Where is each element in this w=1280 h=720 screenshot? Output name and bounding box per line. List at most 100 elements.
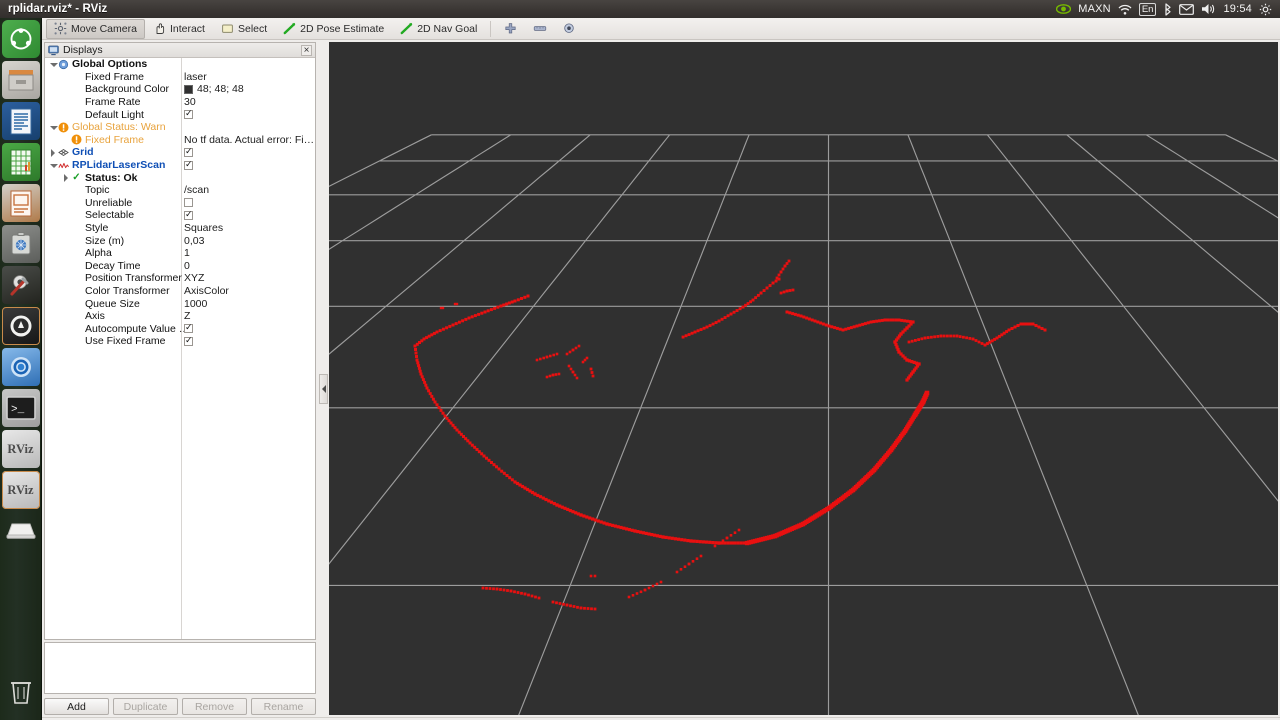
tool-2d-pose-estimate[interactable]: 2D Pose Estimate [275,19,392,39]
display-property-value[interactable]: Z [184,310,190,322]
libreoffice-calc-icon[interactable] [2,143,40,181]
scan-point [583,607,586,610]
display-property-value[interactable] [184,161,193,170]
libreoffice-impress-icon[interactable] [2,184,40,222]
close-icon[interactable]: × [301,45,312,56]
color-swatch[interactable] [184,85,193,94]
files-icon[interactable] [2,61,40,99]
rviz-icon-1[interactable]: RViz [2,430,40,468]
tool-2d-nav-goal[interactable]: 2D Nav Goal [392,19,485,39]
display-property-value[interactable]: 0 [184,260,190,272]
remove-display-button[interactable]: Remove [182,698,247,715]
disk-icon[interactable] [2,512,40,550]
collapse-left-handle[interactable] [319,374,328,404]
displays-tree[interactable]: Global OptionsFixed FramelaserBackground… [45,58,315,639]
display-property-value[interactable] [184,148,193,157]
display-property-row[interactable]: Unreliable [45,197,315,210]
display-property-row[interactable]: Selectable [45,209,315,222]
tool-move-camera[interactable]: Move Camera [46,19,145,39]
mail-icon[interactable] [1179,4,1194,15]
checkbox[interactable] [184,148,193,157]
checkbox[interactable] [184,211,193,220]
display-property-row[interactable]: Position TransformerXYZ [45,272,315,285]
maxn-label[interactable]: MAXN [1078,3,1111,15]
scan-point [769,284,772,287]
display-property-row[interactable]: Alpha1 [45,247,315,260]
display-property-row[interactable]: Global Status: Warn [45,121,315,134]
display-property-value[interactable]: 1000 [184,298,207,310]
display-property-value[interactable]: 48; 48; 48 [184,83,244,95]
software-center-icon[interactable] [2,225,40,263]
ubuntu-dash-icon[interactable] [2,20,40,58]
chevron-right-icon[interactable] [49,148,58,157]
display-property-value[interactable] [184,211,193,220]
duplicate-display-button[interactable]: Duplicate [113,698,178,715]
display-property-value[interactable]: laser [184,71,207,83]
display-property-row[interactable]: Topic/scan [45,184,315,197]
system-settings-icon[interactable] [2,266,40,304]
checkbox[interactable] [184,337,193,346]
display-property-value[interactable]: AxisColor [184,285,229,297]
scan-point [711,541,714,544]
libreoffice-writer-icon[interactable] [2,102,40,140]
display-property-row[interactable]: Autocompute Value … [45,322,315,335]
display-property-value[interactable] [184,198,193,207]
display-property-row[interactable]: Fixed Framelaser [45,71,315,84]
tool-select[interactable]: Select [213,19,275,39]
display-property-value[interactable]: 0,03 [184,235,204,247]
display-property-row[interactable]: Color TransformerAxisColor [45,285,315,298]
chevron-down-icon[interactable] [49,60,58,69]
display-property-row[interactable]: Use Fixed Frame [45,335,315,348]
checkbox[interactable] [184,198,193,207]
display-property-value[interactable] [184,110,193,119]
display-property-row[interactable]: Default Light [45,108,315,121]
display-property-value[interactable] [184,337,193,346]
rename-display-button[interactable]: Rename [251,698,316,715]
tool-measure[interactable] [525,19,554,39]
display-property-row[interactable]: Size (m)0,03 [45,234,315,247]
row-expander-placeholder [62,110,71,119]
display-property-row[interactable]: RPLidarLaserScan [45,159,315,172]
amazon-icon[interactable] [2,307,40,345]
display-property-value[interactable]: 30 [184,96,196,108]
rviz-icon-2[interactable]: RViz [2,471,40,509]
chevron-down-icon[interactable] [49,123,58,132]
tool-interact[interactable]: Interact [145,19,213,39]
chromium-icon[interactable] [2,348,40,386]
display-property-value[interactable] [184,324,193,333]
scan-point [430,333,433,336]
display-property-row[interactable]: ✓Status: Ok [45,171,315,184]
volume-icon[interactable] [1201,3,1216,15]
display-property-row[interactable]: AxisZ [45,310,315,323]
display-property-value[interactable]: No tf data. Actual error: Fi… [184,134,314,146]
display-property-row[interactable]: Fixed FrameNo tf data. Actual error: Fi… [45,134,315,147]
display-property-row[interactable]: StyleSquares [45,222,315,235]
clock[interactable]: 19:54 [1223,3,1252,15]
wifi-icon[interactable] [1118,4,1132,15]
tool-focus-camera[interactable] [554,19,583,39]
display-property-row[interactable]: Background Color48; 48; 48 [45,83,315,96]
tool-publish-point[interactable] [496,19,525,39]
3d-render-view[interactable] [329,42,1278,715]
checkbox[interactable] [184,161,193,170]
display-property-row[interactable]: Frame Rate30 [45,96,315,109]
nvidia-icon[interactable] [1056,3,1071,15]
display-property-value[interactable]: XYZ [184,272,204,284]
display-property-value[interactable]: /scan [184,184,209,196]
keyboard-lang-indicator[interactable]: En [1139,3,1157,16]
chevron-down-icon[interactable] [49,161,58,170]
chevron-right-icon[interactable] [62,173,71,182]
display-property-row[interactable]: Global Options [45,58,315,71]
trash-icon[interactable] [2,673,40,711]
display-property-row[interactable]: Decay Time0 [45,260,315,273]
display-property-row[interactable]: Grid [45,146,315,159]
gear-icon[interactable] [1259,3,1272,16]
display-property-value[interactable]: Squares [184,222,223,234]
checkbox[interactable] [184,110,193,119]
display-property-value[interactable]: 1 [184,247,190,259]
display-property-row[interactable]: Queue Size1000 [45,297,315,310]
add-display-button[interactable]: Add [44,698,109,715]
terminal-icon[interactable]: >_ [2,389,40,427]
bluetooth-icon[interactable] [1163,3,1172,16]
checkbox[interactable] [184,324,193,333]
